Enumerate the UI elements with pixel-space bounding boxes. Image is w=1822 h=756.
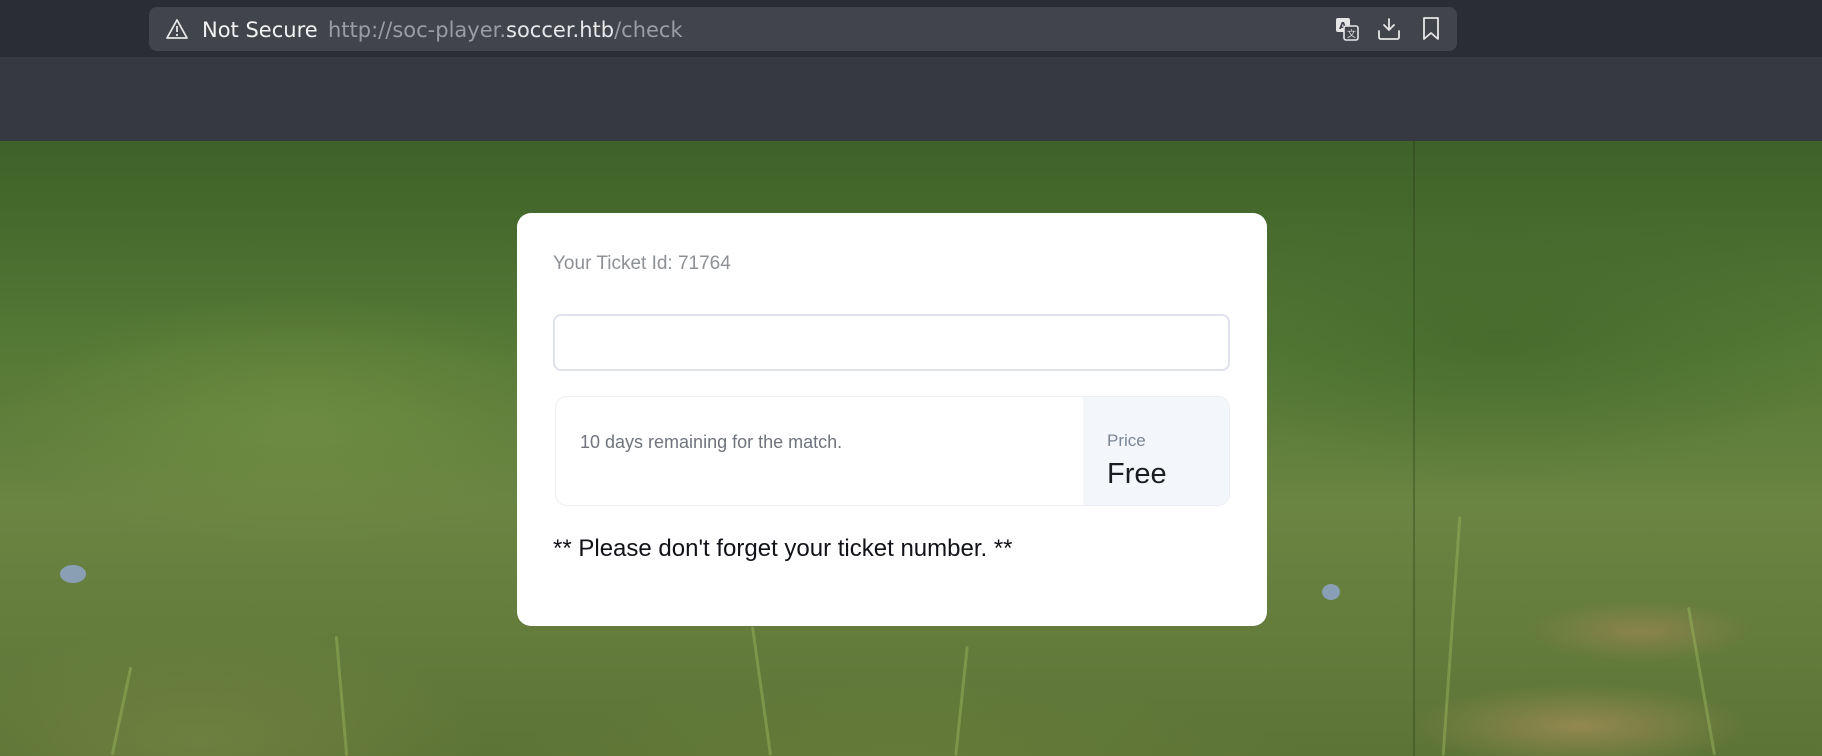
browser-top-bar: Not Secure http://soc-player.soccer.htb/… xyxy=(0,0,1822,57)
grass-blade xyxy=(1686,606,1717,756)
translate-icon[interactable]: A 文 xyxy=(1333,15,1361,43)
ticket-reminder-text: ** Please don't forget your ticket numbe… xyxy=(553,535,1013,562)
match-info-box: 10 days remaining for the match. Price F… xyxy=(555,396,1230,506)
grass-blade xyxy=(1441,516,1462,756)
url-scheme: http://soc-player. xyxy=(328,18,507,42)
security-status-label[interactable]: Not Secure xyxy=(202,18,318,42)
url-text[interactable]: http://soc-player.soccer.htb/check xyxy=(328,18,683,42)
days-remaining-text: 10 days remaining for the match. xyxy=(580,432,843,452)
ticket-id-label: Your Ticket Id: 71764 xyxy=(553,253,731,274)
price-label: Price xyxy=(1107,431,1146,450)
grass-blade xyxy=(954,646,969,756)
svg-text:文: 文 xyxy=(1347,28,1356,40)
download-icon[interactable] xyxy=(1375,15,1403,43)
price-panel: Price Free xyxy=(1083,397,1229,505)
url-path: /check xyxy=(614,18,683,42)
grass-blade xyxy=(750,626,773,756)
grass-blade xyxy=(110,666,133,756)
browser-toolbar-area xyxy=(0,57,1822,141)
warning-triangle-icon[interactable] xyxy=(166,18,188,40)
background-seam xyxy=(1413,141,1415,756)
url-host: soccer.htb xyxy=(506,18,615,42)
blue-flower xyxy=(60,565,86,583)
price-value: Free xyxy=(1107,458,1167,490)
ticket-card: Your Ticket Id: 71764 10 days remaining … xyxy=(517,213,1267,626)
blue-flower xyxy=(1322,584,1340,600)
ticket-number-input[interactable] xyxy=(553,314,1230,371)
grass-blade xyxy=(334,636,349,756)
bookmark-icon[interactable] xyxy=(1417,15,1445,43)
